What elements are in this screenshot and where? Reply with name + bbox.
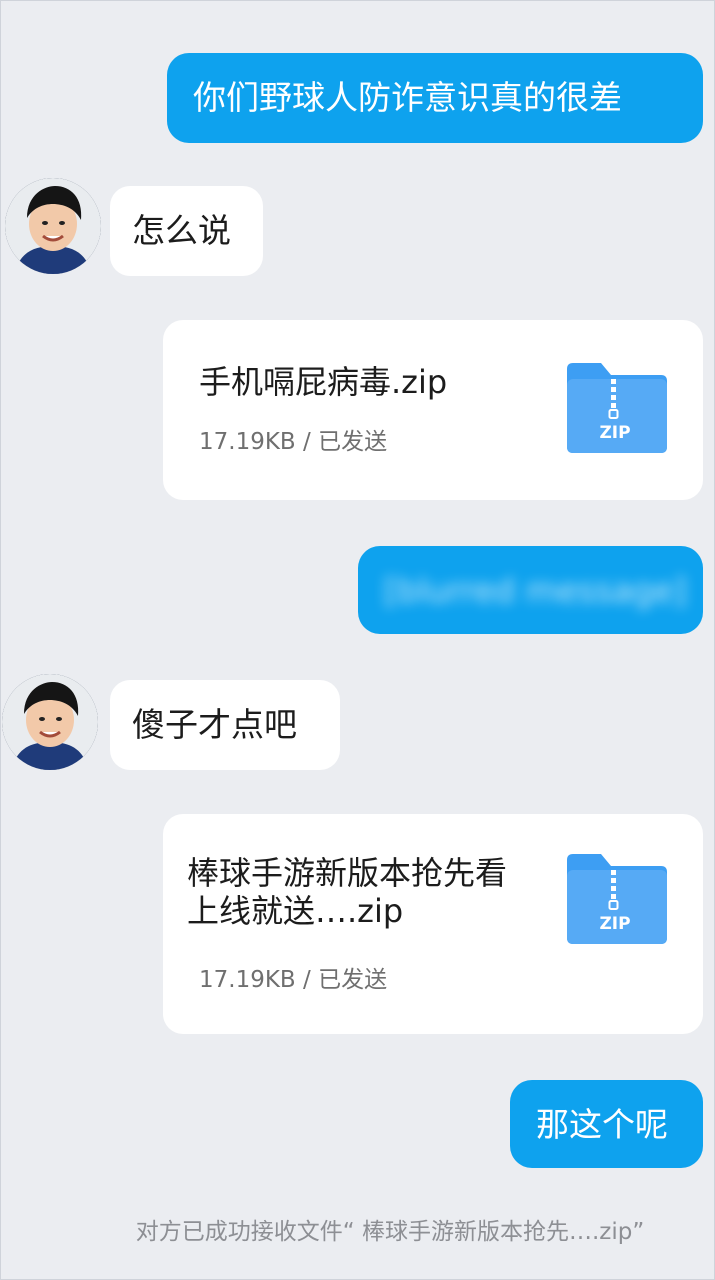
file-meta: 17.19KB / 已发送 — [199, 429, 388, 455]
message-text: 怎么说 — [132, 211, 231, 250]
avatar-photo-icon — [2, 674, 98, 770]
outgoing-message-blurred[interactable]: [blurred message] — [358, 546, 703, 634]
incoming-message[interactable]: 傻子才点吧 — [110, 680, 340, 770]
zip-file-icon: ZIP — [567, 363, 667, 453]
file-name: 手机嗝屁病毒.zip — [199, 363, 448, 401]
zip-label: ZIP — [599, 423, 630, 443]
message-text: [blurred message] — [384, 571, 687, 610]
message-text: 你们野球人防诈意识真的很差 — [193, 78, 622, 117]
file-message-card[interactable]: 手机嗝屁病毒.zip 17.19KB / 已发送 ZIP — [163, 320, 703, 500]
system-notification: 对方已成功接收文件“ 棒球手游新版本抢先….zip” — [135, 1219, 645, 1245]
file-meta: 17.19KB / 已发送 — [199, 967, 388, 993]
file-message-card[interactable]: 棒球手游新版本抢先看 上线就送….zip 17.19KB / 已发送 ZIP — [163, 814, 703, 1034]
zip-file-icon: ZIP — [567, 854, 667, 944]
contact-avatar[interactable] — [2, 674, 98, 770]
message-text: 傻子才点吧 — [132, 705, 297, 744]
contact-avatar[interactable] — [5, 178, 101, 274]
incoming-message[interactable]: 怎么说 — [110, 186, 263, 276]
outgoing-message[interactable]: 那这个呢 — [510, 1080, 703, 1168]
message-text: 那这个呢 — [536, 1105, 668, 1144]
avatar-photo-icon — [5, 178, 101, 274]
zip-label: ZIP — [599, 914, 630, 934]
file-name: 棒球手游新版本抢先看 上线就送….zip — [187, 854, 508, 930]
outgoing-message[interactable]: 你们野球人防诈意识真的很差 — [167, 53, 703, 143]
